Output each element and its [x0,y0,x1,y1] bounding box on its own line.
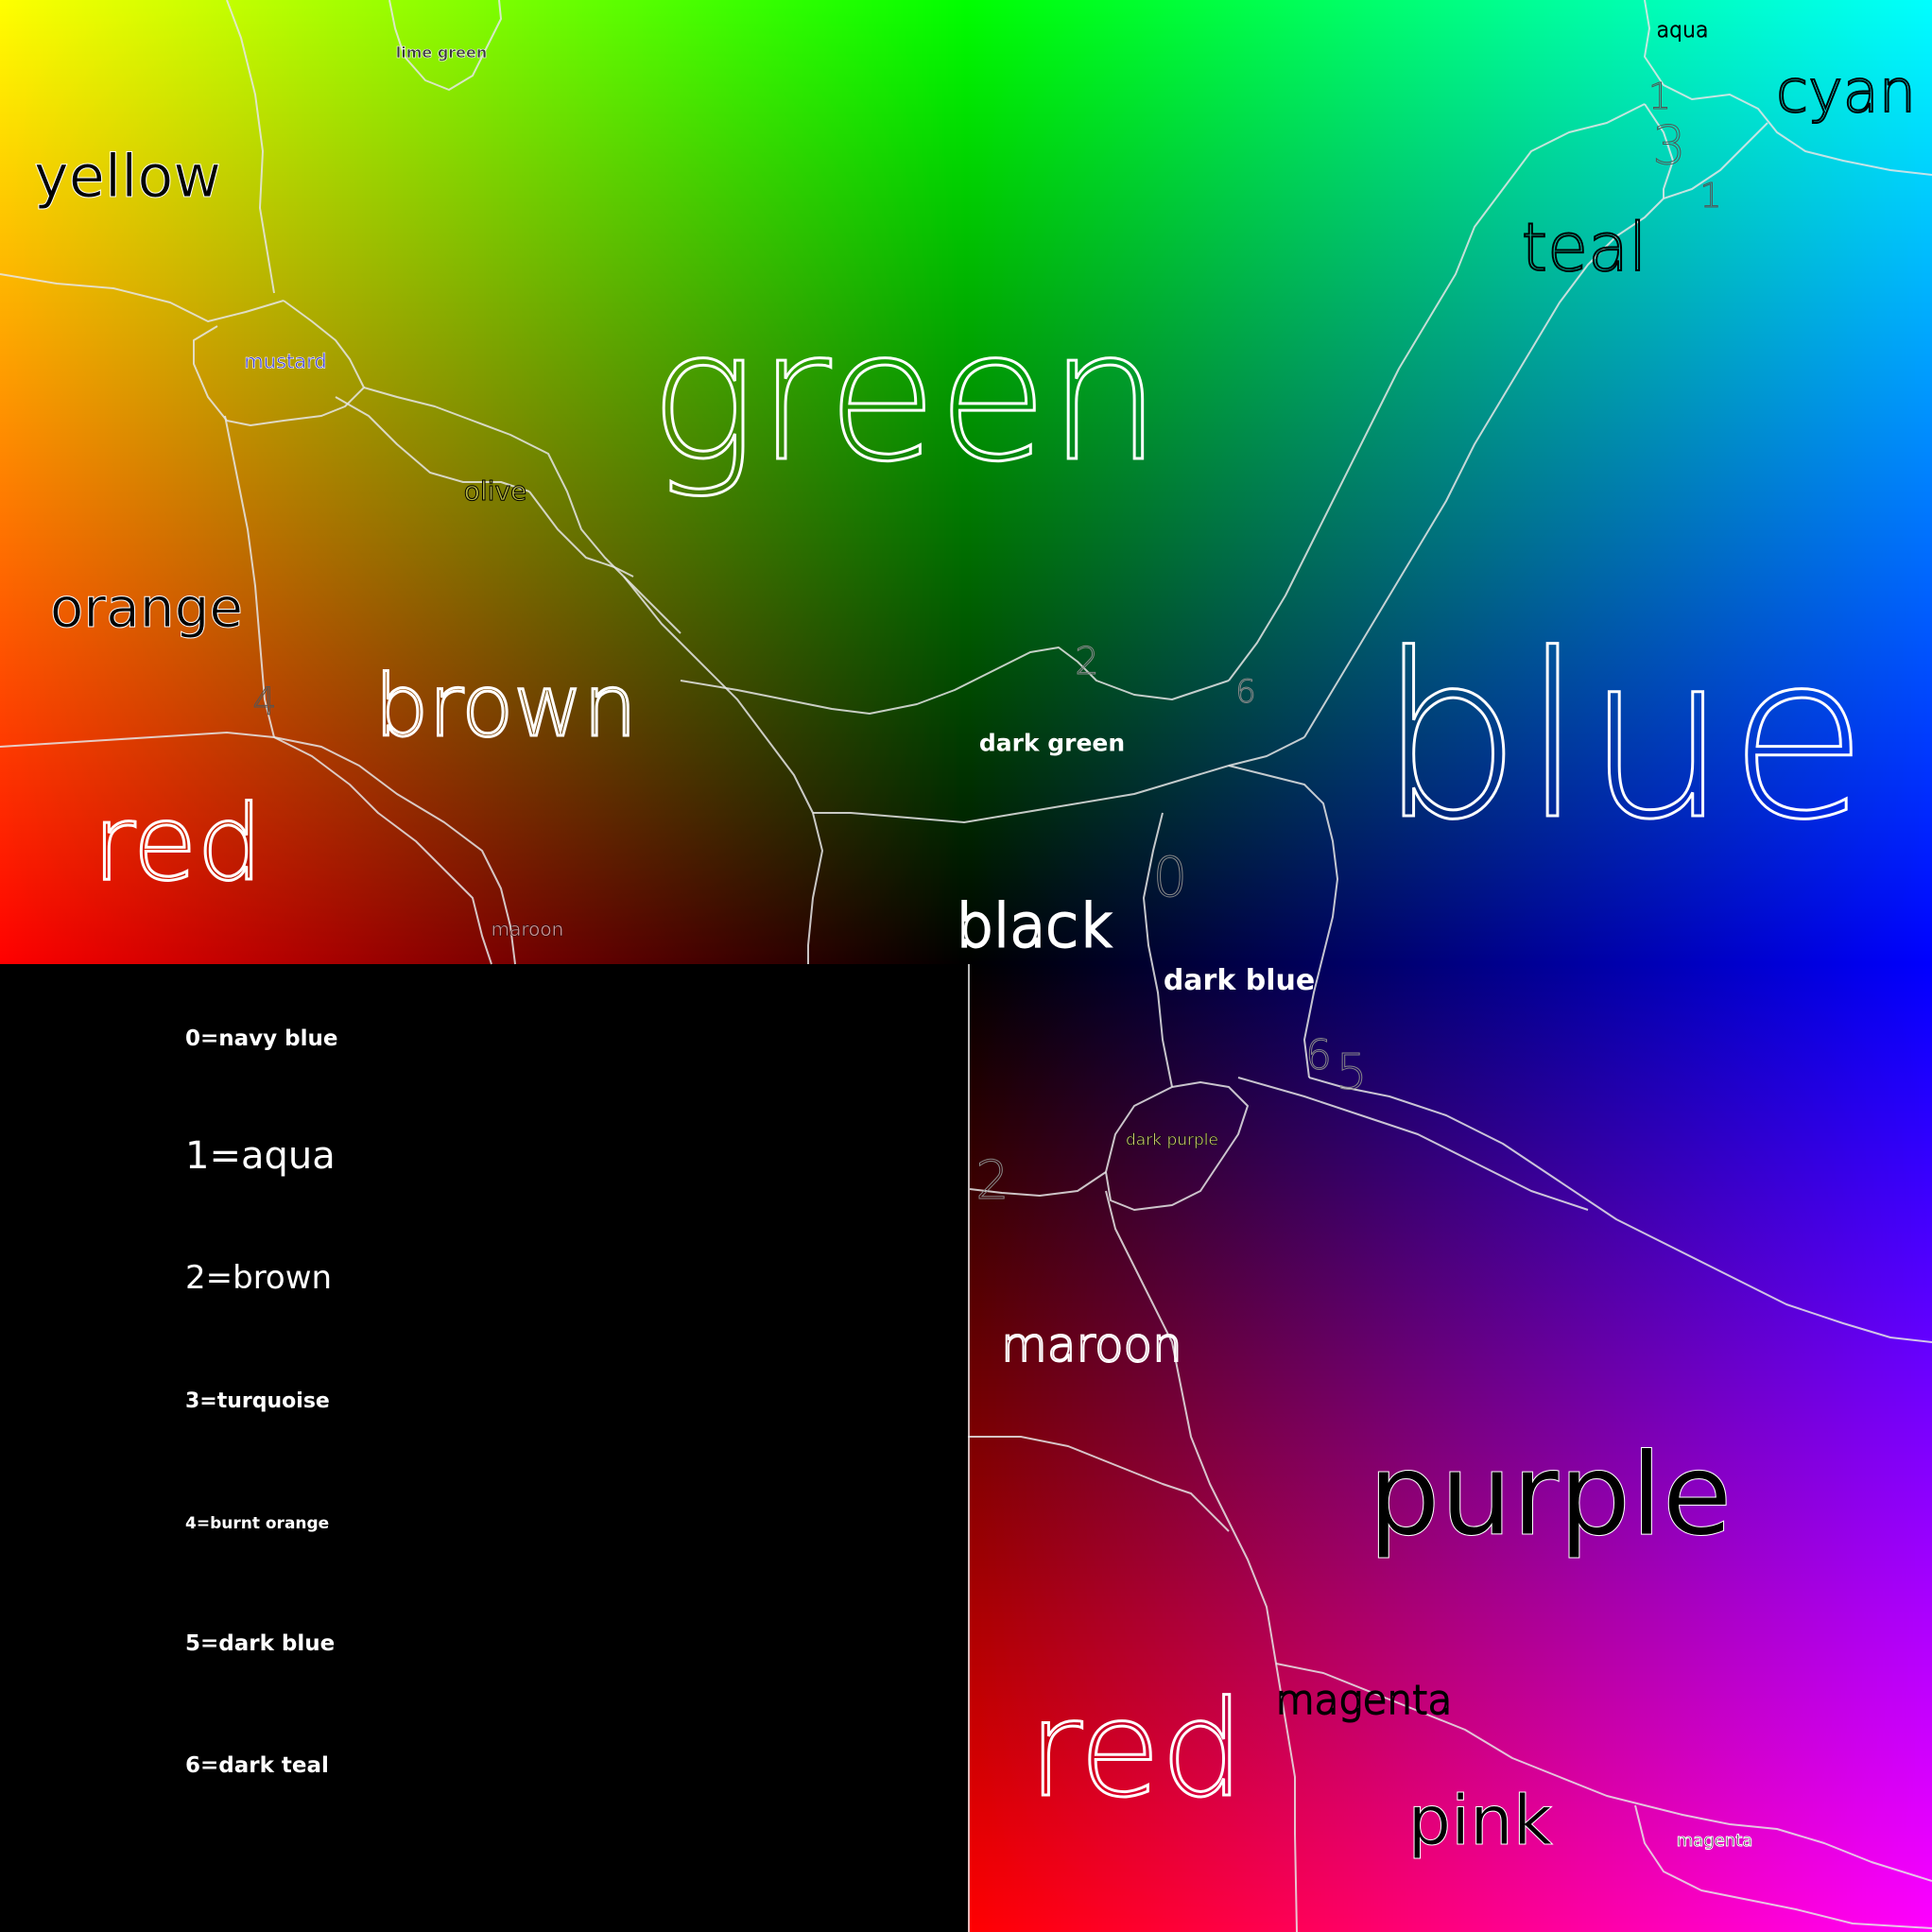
region-label-aqua: aqua [1656,19,1709,43]
color-name-map: yellow lime green green aqua cyan teal m… [0,0,1932,1932]
legend-item-3: 3=turquoise [185,1389,330,1413]
region-label-brown: brown [373,657,639,756]
region-label-magenta: magenta [1275,1677,1454,1723]
region-label-dark-green: dark green [978,729,1126,757]
region-label-teal: teal [1521,209,1648,286]
region-label-mustard: mustard [244,350,327,373]
marker-1a: 1 [1647,76,1672,117]
legend-item-5: 5=dark blue [185,1631,336,1656]
region-label-lime-green: lime green [395,43,488,61]
marker-2b: 2 [975,1150,1010,1212]
marker-5: 5 [1336,1044,1368,1101]
legend-item-4: 4=burnt orange [185,1514,330,1533]
marker-3: 3 [1652,115,1687,177]
marker-0: 0 [1152,845,1188,909]
marker-6a: 6 [1235,673,1257,711]
marker-2a: 2 [1075,640,1099,683]
region-label-pink: pink [1407,1781,1553,1860]
region-label-cyan: cyan [1775,57,1917,126]
region-label-maroon: maroon [1000,1318,1183,1372]
region-label-red-top: red [91,783,264,904]
marker-1b: 1 [1699,177,1722,216]
region-label-black: black [955,891,1113,960]
region-label-green: green [647,292,1163,501]
region-label-maroon-top: maroon [491,918,564,940]
legend-item-0: 0=navy blue [185,1026,338,1051]
region-label-blue: blue [1376,605,1870,870]
marker-4: 4 [252,681,277,724]
panel-divider [968,964,970,1932]
region-label-olive: olive [463,475,527,507]
region-label-dark-blue: dark blue [1163,964,1316,997]
region-label-magenta-small: magenta [1676,1831,1753,1851]
region-label-red-bottom: red [1026,1673,1246,1827]
region-label-yellow: yellow [34,142,222,211]
legend-item-6: 6=dark teal [185,1753,329,1778]
marker-6b: 6 [1305,1031,1333,1079]
region-label-dark-purple: dark purple [1126,1130,1218,1150]
legend-panel [0,964,968,1932]
legend-item-1: 1=aqua [185,1134,336,1178]
legend-item-2: 2=brown [185,1259,333,1297]
region-label-orange: orange [49,576,244,640]
region-label-purple: purple [1368,1430,1733,1561]
